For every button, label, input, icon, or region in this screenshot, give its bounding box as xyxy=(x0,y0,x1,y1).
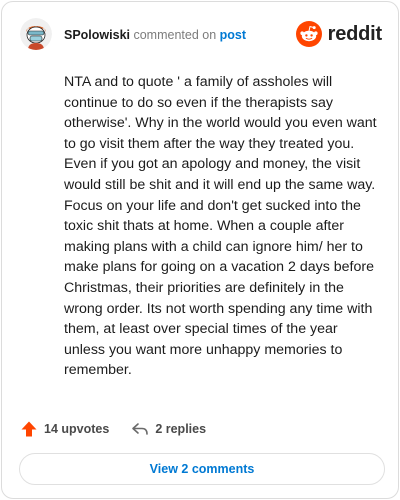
comment-byline: SPolowiski commented on post xyxy=(64,27,246,43)
reddit-brand[interactable]: reddit xyxy=(295,20,383,48)
user-avatar[interactable] xyxy=(20,18,52,50)
comment-actions: 14 upvotes 2 replies xyxy=(20,418,206,440)
upvote-button[interactable]: 14 upvotes xyxy=(20,420,109,438)
reddit-logo-icon xyxy=(295,21,322,47)
commented-on-text: commented on xyxy=(133,28,217,42)
comment-card: SPolowiski commented on post reddit NTA … xyxy=(1,1,399,499)
replies-button[interactable]: 2 replies xyxy=(131,420,206,438)
upvotes-count: 14 upvotes xyxy=(44,422,110,436)
upvote-arrow-icon xyxy=(21,421,37,437)
comment-body: NTA and to quote ' a family of assholes … xyxy=(64,74,377,379)
reddit-wordmark: reddit xyxy=(327,22,383,45)
reply-arrow-icon xyxy=(132,423,149,435)
comment-header: SPolowiski commented on post reddit xyxy=(20,18,382,52)
view-comments-button[interactable]: View 2 comments xyxy=(19,453,385,485)
username[interactable]: SPolowiski xyxy=(64,28,130,42)
post-link[interactable]: post xyxy=(220,28,246,42)
replies-count: 2 replies xyxy=(155,422,207,436)
snoo-avatar-icon xyxy=(20,18,52,50)
view-comments-label: View 2 comments xyxy=(149,462,255,476)
